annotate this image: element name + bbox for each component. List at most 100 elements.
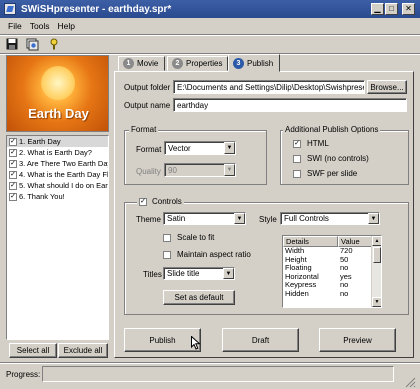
style-value: Full Controls: [284, 214, 329, 223]
checkbox-check-icon[interactable]: ✓: [9, 159, 17, 168]
details-table[interactable]: Details Value Width 720 Height 50 Floating no…: [282, 235, 382, 308]
quality-label: Quality: [136, 167, 161, 176]
details-column-header[interactable]: Details: [283, 236, 338, 247]
menu-help[interactable]: Help: [54, 21, 79, 31]
tab-label: Publish: [247, 58, 274, 68]
chevron-down-icon: ▼: [368, 213, 379, 224]
checkbox-icon: [293, 169, 301, 178]
titles-label: Titles: [143, 270, 162, 279]
minimize-button[interactable]: ▁: [371, 3, 384, 15]
exclude-all-button[interactable]: Exclude all: [58, 343, 108, 358]
checkbox-check-icon[interactable]: ✓: [9, 137, 17, 146]
value-column-header[interactable]: Value: [338, 236, 373, 247]
checkbox-icon: [163, 250, 171, 259]
draft-button[interactable]: Draft: [222, 328, 299, 352]
detail-value[interactable]: 720: [338, 247, 373, 256]
details-scrollbar[interactable]: ▲ ▼: [371, 236, 381, 307]
publish-toolbar-button[interactable]: [26, 38, 39, 51]
titles-value: Slide title: [167, 269, 200, 278]
detail-value[interactable]: 50: [338, 256, 373, 265]
app-window: SWiSHpresenter - earthday.spr* ▁ □ ✕ Fil…: [0, 0, 420, 389]
select-all-button[interactable]: Select all: [9, 343, 57, 358]
format-value: Vector: [168, 143, 191, 153]
tab-movie[interactable]: 1 Movie: [118, 56, 165, 71]
controls-checkbox[interactable]: ✓ Controls: [137, 197, 184, 206]
html-checkbox[interactable]: ✓ HTML: [293, 139, 329, 148]
scroll-up-icon[interactable]: ▲: [372, 236, 381, 246]
output-folder-input[interactable]: E:\Documents and Settings\Dilip\Desktop\…: [173, 80, 365, 94]
checkbox-icon: [163, 233, 171, 242]
output-name-input[interactable]: earthday: [173, 98, 407, 112]
minimize-icon: ▁: [374, 4, 381, 13]
checkbox-check-icon[interactable]: ✓: [9, 181, 17, 190]
table-row[interactable]: Floating no: [283, 264, 381, 273]
app-icon: [4, 3, 16, 15]
scale-to-fit-checkbox[interactable]: Scale to fit: [163, 233, 214, 242]
resize-grip-icon[interactable]: [404, 376, 416, 388]
publish-icon: [26, 38, 39, 50]
slide-list-item[interactable]: ✓ 3. Are There Two Earth Day: [7, 158, 108, 169]
table-row[interactable]: Hidden no: [283, 290, 381, 299]
toolbar: [0, 35, 420, 53]
checkbox-check-icon[interactable]: ✓: [9, 148, 17, 157]
swf-option-label: SWF per slide: [307, 169, 358, 178]
maximize-button[interactable]: □: [385, 3, 398, 15]
swi-checkbox[interactable]: SWI (no controls): [293, 154, 369, 163]
scroll-down-icon[interactable]: ▼: [372, 297, 381, 307]
set-as-default-button[interactable]: Set as default: [163, 290, 235, 305]
publish-button[interactable]: Publish: [124, 328, 201, 352]
tab-number: 2: [172, 58, 183, 69]
checkbox-icon: [293, 154, 301, 163]
slide-list[interactable]: ✓ 1. Earth Day ✓ 2. What is Earth Day? ✓ 3. A…: [6, 135, 109, 340]
browse-button[interactable]: Browse...: [367, 80, 407, 94]
scroll-thumb[interactable]: [373, 247, 381, 263]
detail-value[interactable]: yes: [338, 273, 373, 282]
close-icon: ✕: [405, 4, 412, 13]
swf-per-slide-checkbox[interactable]: SWF per slide: [293, 169, 357, 178]
theme-select[interactable]: Satin ▼: [163, 212, 246, 225]
tab-properties[interactable]: 2 Properties: [167, 56, 228, 71]
format-select[interactable]: Vector ▼: [164, 141, 236, 155]
titles-select[interactable]: Slide title ▼: [163, 267, 235, 280]
slide-list-item[interactable]: ✓ 5. What should I do on Earth: [7, 180, 108, 191]
slide-list-item[interactable]: ✓ 2. What is Earth Day?: [7, 147, 108, 158]
status-separator: [0, 362, 420, 364]
detail-value[interactable]: no: [338, 290, 373, 299]
save-button[interactable]: [5, 38, 18, 51]
output-folder-label: Output folder: [124, 83, 171, 92]
chevron-down-icon: ▼: [234, 213, 245, 224]
checkbox-check-icon: ✓: [139, 197, 147, 206]
table-row[interactable]: Horizontal yes: [283, 273, 381, 282]
slide-list-item[interactable]: ✓ 6. Thank You!: [7, 191, 108, 202]
format-label: Format: [136, 145, 162, 154]
detail-name: Height: [285, 255, 307, 264]
menu-tools[interactable]: Tools: [26, 21, 54, 31]
title-bar[interactable]: SWiSHpresenter - earthday.spr* ▁ □ ✕: [0, 0, 420, 18]
detail-name: Hidden: [285, 289, 309, 298]
slide-list-item[interactable]: ✓ 1. Earth Day: [7, 136, 108, 147]
style-label: Style: [259, 215, 277, 224]
style-select[interactable]: Full Controls ▼: [280, 212, 380, 225]
table-row[interactable]: Width 720: [283, 247, 381, 256]
chevron-down-icon: ▼: [224, 142, 235, 154]
checkbox-check-icon[interactable]: ✓: [9, 170, 17, 179]
chevron-down-icon: ▼: [223, 268, 234, 279]
scale-to-fit-label: Scale to fit: [177, 233, 215, 242]
detail-value[interactable]: no: [338, 264, 373, 273]
maintain-aspect-checkbox[interactable]: Maintain aspect ratio: [163, 250, 251, 259]
help-toolbar-button[interactable]: [47, 38, 60, 51]
menu-file[interactable]: File: [4, 21, 26, 31]
preview-button[interactable]: Preview: [319, 328, 396, 352]
theme-value: Satin: [167, 214, 186, 223]
table-row[interactable]: Keypress no: [283, 281, 381, 290]
close-button[interactable]: ✕: [402, 3, 415, 15]
tab-publish[interactable]: 3 Publish: [228, 54, 280, 72]
slide-title: 5. What should I do on Earth: [19, 181, 109, 190]
detail-value[interactable]: no: [338, 281, 373, 290]
quality-select: 90 ▼: [164, 163, 236, 177]
slide-list-item[interactable]: ✓ 4. What is the Earth Day Fla: [7, 169, 108, 180]
checkbox-check-icon[interactable]: ✓: [9, 192, 17, 201]
table-row[interactable]: Height 50: [283, 256, 381, 265]
preview-title: Earth Day: [28, 106, 89, 121]
detail-name: Keypress: [285, 281, 317, 289]
